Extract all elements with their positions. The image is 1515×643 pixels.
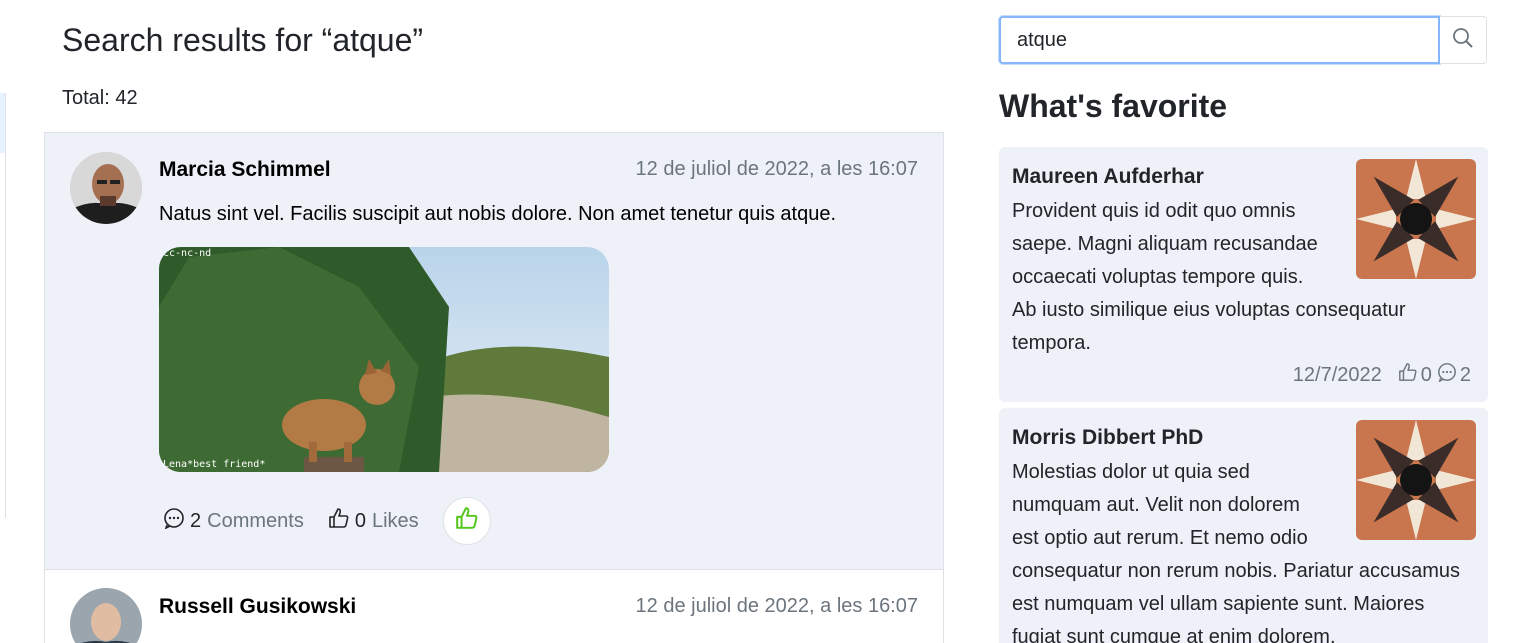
favorite-date: 12/7/2022 — [1292, 363, 1382, 386]
left-rail-highlight — [0, 93, 5, 153]
comment-icon — [1437, 362, 1457, 388]
like-button[interactable] — [442, 497, 491, 545]
left-rail — [0, 93, 6, 518]
favorite-text-line: fugiat sunt cumque at enim dolorem. — [1012, 626, 1336, 643]
favorite-author[interactable]: Morris Dibbert PhD — [1012, 426, 1203, 450]
avatar[interactable] — [70, 152, 142, 224]
favorite-author[interactable]: Maureen Aufderhar — [1012, 165, 1204, 189]
favorite-text-line: Ab iusto similique eius voluptas consequ… — [1012, 299, 1406, 321]
thumbs-up-icon — [1398, 362, 1418, 388]
favorite-footer: 12/7/2022 0 2 — [1293, 362, 1476, 388]
favorite-text: Molestias dolor ut quia sed numquam aut.… — [1012, 456, 1460, 643]
thumbs-up-icon — [455, 506, 479, 536]
favorite-text-line: saepe. Magni aliquam recusandae — [1012, 233, 1318, 255]
search-input[interactable] — [999, 16, 1440, 64]
comments-label: Comments — [207, 509, 304, 532]
search-results-main: Search results for “atque” Total: 42 Mar… — [44, 0, 944, 643]
post-card[interactable]: Marcia Schimmel 12 de juliol de 2022, a … — [44, 132, 944, 569]
image-license-caption: cc-nc-nd — [163, 248, 212, 259]
image-caption: Lena*best friend* — [163, 459, 266, 470]
favorite-card[interactable]: Morris Dibbert PhD Molestias dolor ut qu… — [999, 408, 1488, 643]
search-form — [999, 16, 1487, 64]
results-total: Total: 42 — [62, 87, 138, 109]
favorite-text-line: tempora. — [1012, 332, 1091, 354]
favorites-title: What's favorite — [999, 88, 1228, 124]
favorite-card[interactable]: Maureen Aufderhar Provident quis id odit… — [999, 147, 1488, 402]
search-icon — [1451, 26, 1475, 55]
thumbs-up-icon — [328, 507, 350, 535]
post-date: 12 de juliol de 2022, a les 16:07 — [635, 595, 918, 617]
post-date: 12 de juliol de 2022, a les 16:07 — [635, 158, 918, 180]
likes-count: 0 — [354, 509, 366, 532]
favorite-comments-count: 2 — [1459, 363, 1471, 386]
post-card[interactable]: Russell Gusikowski 12 de juliol de 2022,… — [44, 569, 944, 643]
post-image[interactable]: cc-nc-nd Lena*best friend* — [159, 247, 609, 472]
favorite-text-line: Provident quis id odit quo omnis — [1012, 200, 1296, 222]
favorite-text-line: est numquam vel ullam sapiente sunt. Mai… — [1012, 593, 1425, 615]
favorite-text-line: Molestias dolor ut quia sed — [1012, 461, 1250, 483]
post-body: Natus sint vel. Facilis suscipit aut nob… — [159, 203, 837, 225]
sidebar: What's favorite Maureen Aufderhar Provid… — [999, 0, 1489, 643]
favorite-text-line: numquam aut. Velit non dolorem — [1012, 494, 1300, 516]
favorite-text-line: occaecati voluptas tempore quis. — [1012, 266, 1304, 288]
comment-icon — [163, 507, 185, 535]
likes-link[interactable]: 0 Likes — [328, 507, 419, 535]
favorite-text: Provident quis id odit quo omnis saepe. … — [1012, 195, 1406, 360]
comments-link[interactable]: 2 Comments — [163, 507, 304, 535]
post-author[interactable]: Russell Gusikowski — [159, 595, 356, 619]
favorite-text-line: est optio aut rerum. Et nemo odio — [1012, 527, 1308, 549]
avatar[interactable] — [70, 588, 142, 643]
page-title: Search results for “atque” — [62, 22, 424, 58]
post-actions: 2 Comments 0 Likes — [163, 497, 491, 545]
comments-count: 2 — [190, 509, 202, 532]
likes-label: Likes — [371, 509, 419, 532]
favorite-text-line: consequatur non rerum nobis. Pariatur ac… — [1012, 560, 1461, 582]
search-button[interactable] — [1440, 16, 1487, 64]
post-author[interactable]: Marcia Schimmel — [159, 158, 331, 182]
favorite-likes-count: 0 — [1420, 363, 1432, 386]
